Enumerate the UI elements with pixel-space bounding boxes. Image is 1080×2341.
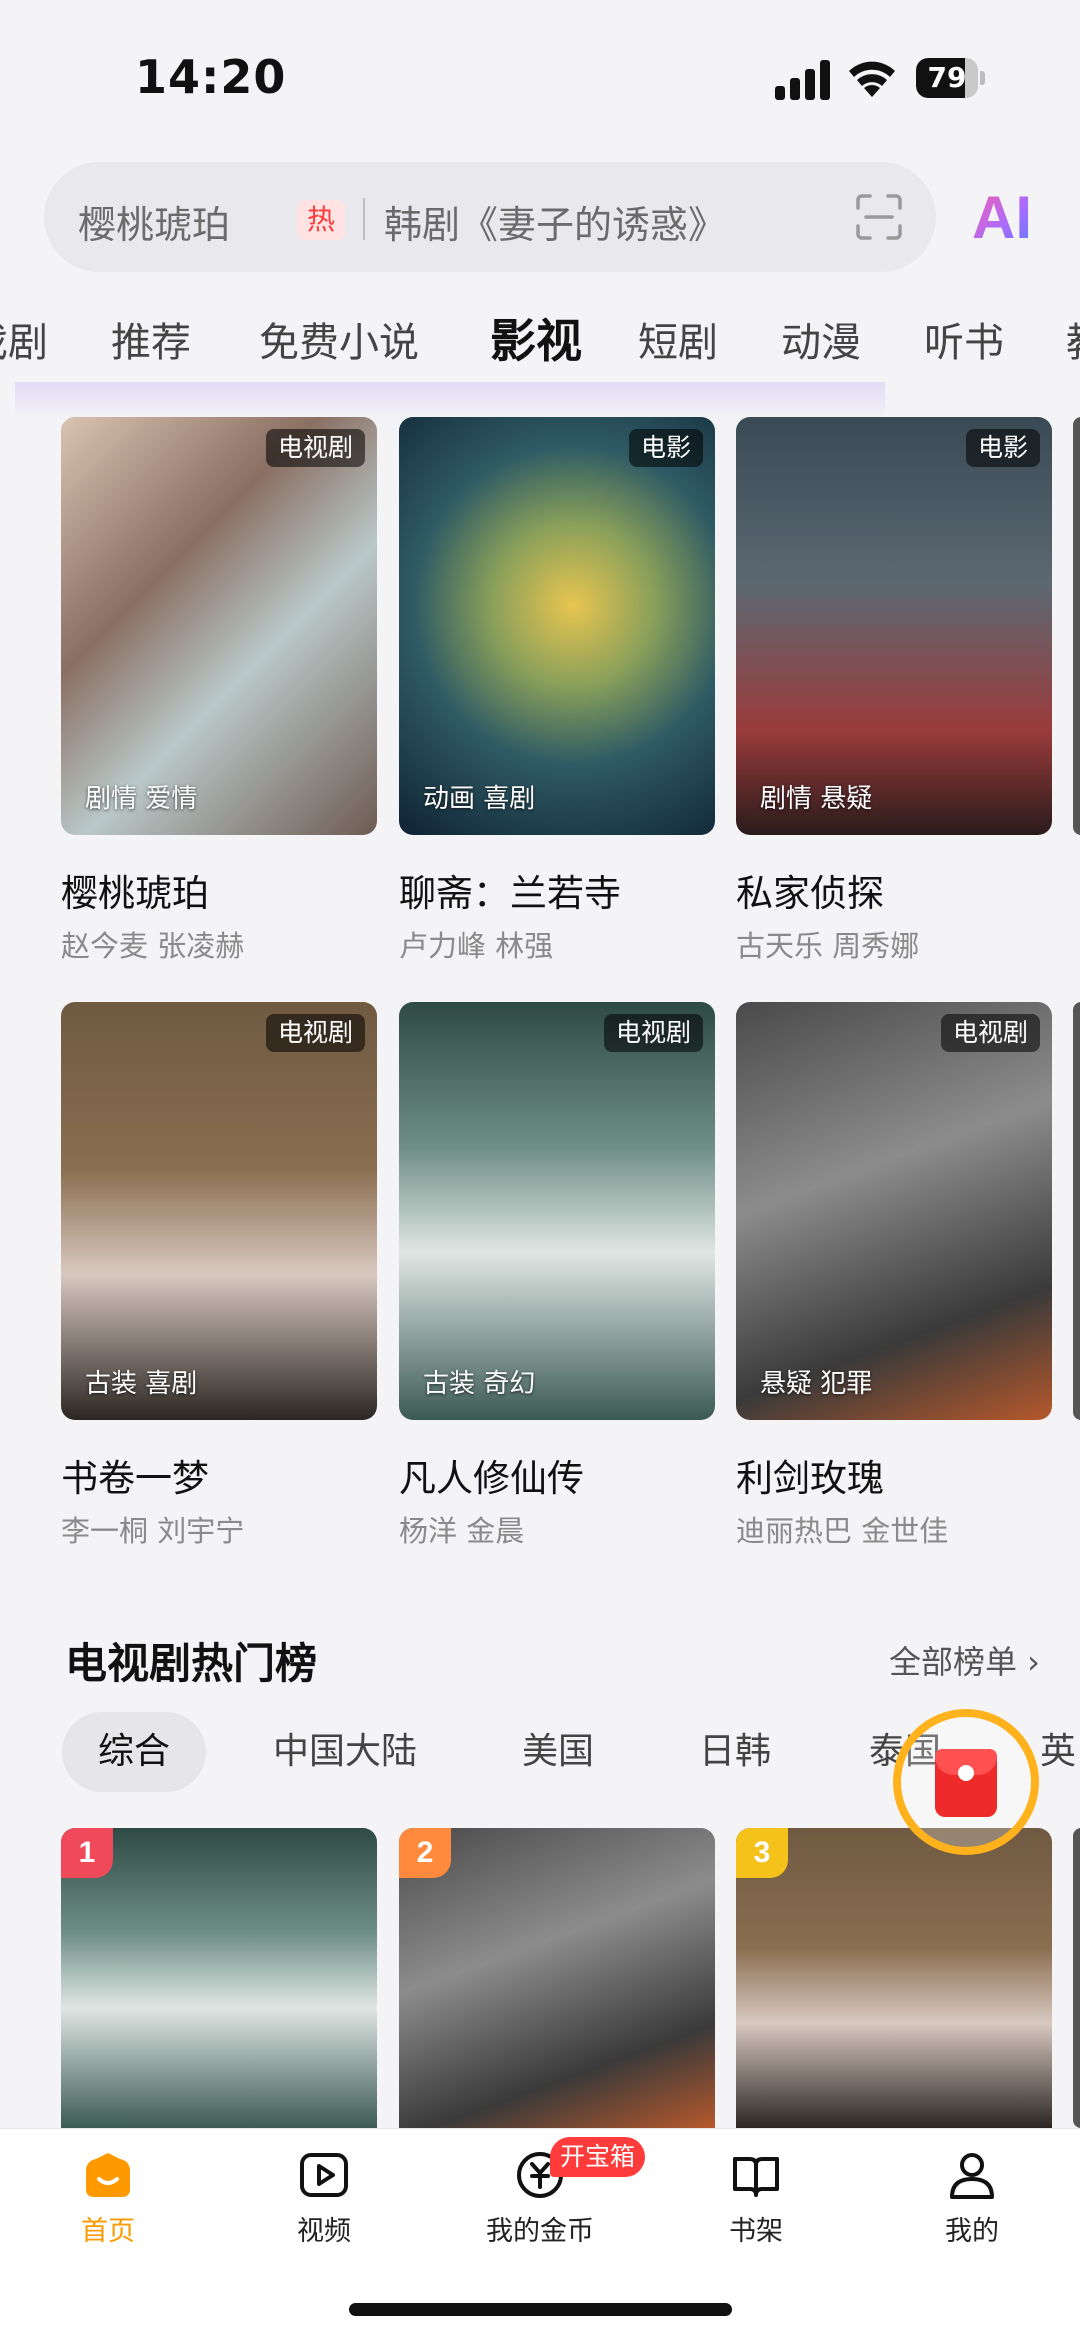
nav-label: 我的 (945, 2216, 999, 2247)
status-bar: 14:20 79 (0, 0, 1080, 150)
card-cast: 迪丽热巴 金世佳 (736, 1514, 949, 1548)
type-badge: 电视剧 (265, 429, 365, 467)
nav-coins[interactable]: 开宝箱 我的金币 (460, 2137, 646, 2253)
card-cast: 赵今麦 张凌赫 (61, 929, 245, 963)
search-divider (363, 198, 365, 240)
next-card-peek (1073, 1002, 1080, 1420)
battery-icon: 79 (916, 58, 986, 98)
ranking-title: 电视剧热门榜 (65, 1639, 318, 1688)
card-cast: 卢力峰 林强 (399, 929, 554, 963)
type-badge: 电影 (965, 429, 1040, 467)
tab-short-drama[interactable]: 短剧 (638, 310, 718, 368)
card-title: 书卷一梦 (61, 1457, 209, 1500)
ai-button[interactable]: AI (972, 183, 1032, 252)
treasure-box-badge: 开宝箱 (550, 2137, 646, 2177)
nav-home[interactable]: 首页 (28, 2143, 188, 2253)
video-icon (300, 2153, 348, 2197)
genre-label: 剧情 爱情 (85, 784, 198, 814)
tab-education[interactable]: 教 (1066, 310, 1080, 368)
cellular-signal-icon (775, 60, 831, 100)
card-cast: 李一桐 刘宇宁 (61, 1514, 245, 1548)
genre-label: 剧情 悬疑 (760, 784, 873, 814)
type-badge: 电视剧 (940, 1014, 1040, 1052)
nav-label: 首页 (81, 2216, 135, 2247)
wifi-icon (849, 61, 895, 97)
tab-anime[interactable]: 动漫 (781, 310, 861, 368)
search-placeholder-sub: 韩剧《妻子的诱惑》 (384, 203, 727, 247)
card-cast: 杨洋 金晨 (399, 1514, 525, 1548)
type-badge: 电影 (628, 429, 703, 467)
poster-image: 电视剧 古装 奇幻 (399, 1002, 715, 1420)
next-card-peek (1073, 417, 1080, 835)
tab-drama[interactable]: 戏剧 (0, 310, 48, 368)
bottom-navigation: 首页 视频 开宝箱 我的金币 书架 我的 (0, 2128, 1080, 2341)
nav-label: 书架 (729, 2216, 783, 2247)
genre-label: 古装 奇幻 (423, 1369, 536, 1399)
ranking-card[interactable]: 1 (61, 1828, 377, 2128)
genre-label: 古装 喜剧 (85, 1369, 198, 1399)
tab-film-tv[interactable]: 影视 (490, 305, 582, 371)
nav-label: 我的金币 (486, 2216, 594, 2247)
ranking-card[interactable]: 2 (399, 1828, 715, 2128)
chip-overall[interactable]: 综合 (62, 1712, 207, 1792)
tab-recommend[interactable]: 推荐 (111, 310, 191, 368)
poster-image: 电影 剧情 悬疑 (736, 417, 1052, 835)
chip-usa[interactable]: 美国 (522, 1712, 594, 1792)
nav-video[interactable]: 视频 (244, 2143, 404, 2253)
chip-japan-korea[interactable]: 日韩 (699, 1712, 771, 1792)
genre-label: 悬疑 犯罪 (760, 1369, 873, 1399)
poster-image: 电视剧 悬疑 犯罪 (736, 1002, 1052, 1420)
card-title: 利剑玫瑰 (736, 1457, 884, 1500)
ranking-card[interactable]: 3 (736, 1828, 1052, 2128)
nav-profile[interactable]: 我的 (892, 2143, 1052, 2253)
home-indicator (349, 2303, 732, 2316)
battery-level: 79 (927, 61, 967, 94)
scan-icon[interactable] (854, 192, 904, 242)
card-title: 聊斋：兰若寺 (399, 872, 621, 915)
search-placeholder-main: 樱桃琥珀 (78, 203, 231, 247)
card-title: 凡人修仙传 (399, 1457, 584, 1500)
bookshelf-icon (733, 2157, 779, 2197)
status-time: 14:20 (135, 50, 287, 104)
banner-glow (15, 382, 885, 422)
nav-label: 视频 (297, 2216, 351, 2247)
tab-free-novel[interactable]: 免费小说 (259, 310, 419, 368)
all-rankings-link[interactable]: 全部榜单 › (889, 1637, 1040, 1683)
card-title: 私家侦探 (736, 872, 884, 915)
genre-label: 动画 喜剧 (423, 784, 536, 814)
chip-uk[interactable]: 英 (1040, 1712, 1076, 1792)
chip-mainland-china[interactable]: 中国大陆 (273, 1712, 417, 1792)
poster-image: 电视剧 古装 喜剧 (61, 1002, 377, 1420)
rank-number-badge: 3 (736, 1828, 788, 1878)
hot-badge: 热 (297, 200, 345, 240)
type-badge: 电视剧 (603, 1014, 703, 1052)
tab-audiobook[interactable]: 听书 (924, 310, 1004, 368)
category-tabs: 戏剧 推荐 免费小说 影视 短剧 动漫 听书 教 (0, 300, 1080, 370)
rank-number-badge: 1 (61, 1828, 113, 1878)
nav-bookshelf[interactable]: 书架 (676, 2143, 836, 2253)
next-card-peek (1073, 1828, 1080, 2128)
search-bar[interactable]: 樱桃琥珀 热 韩剧《妻子的诱惑》 (44, 162, 936, 272)
poster-image: 电视剧 剧情 爱情 (61, 417, 377, 835)
poster-image: 电影 动画 喜剧 (399, 417, 715, 835)
card-cast: 古天乐 周秀娜 (736, 929, 920, 963)
card-title: 樱桃琥珀 (61, 872, 209, 915)
rank-number-badge: 2 (399, 1828, 451, 1878)
type-badge: 电视剧 (265, 1014, 365, 1052)
profile-icon (950, 2153, 994, 2199)
floating-red-packet-button[interactable] (893, 1709, 1039, 1855)
red-envelope-icon (935, 1749, 997, 1817)
home-icon (86, 2153, 130, 2197)
